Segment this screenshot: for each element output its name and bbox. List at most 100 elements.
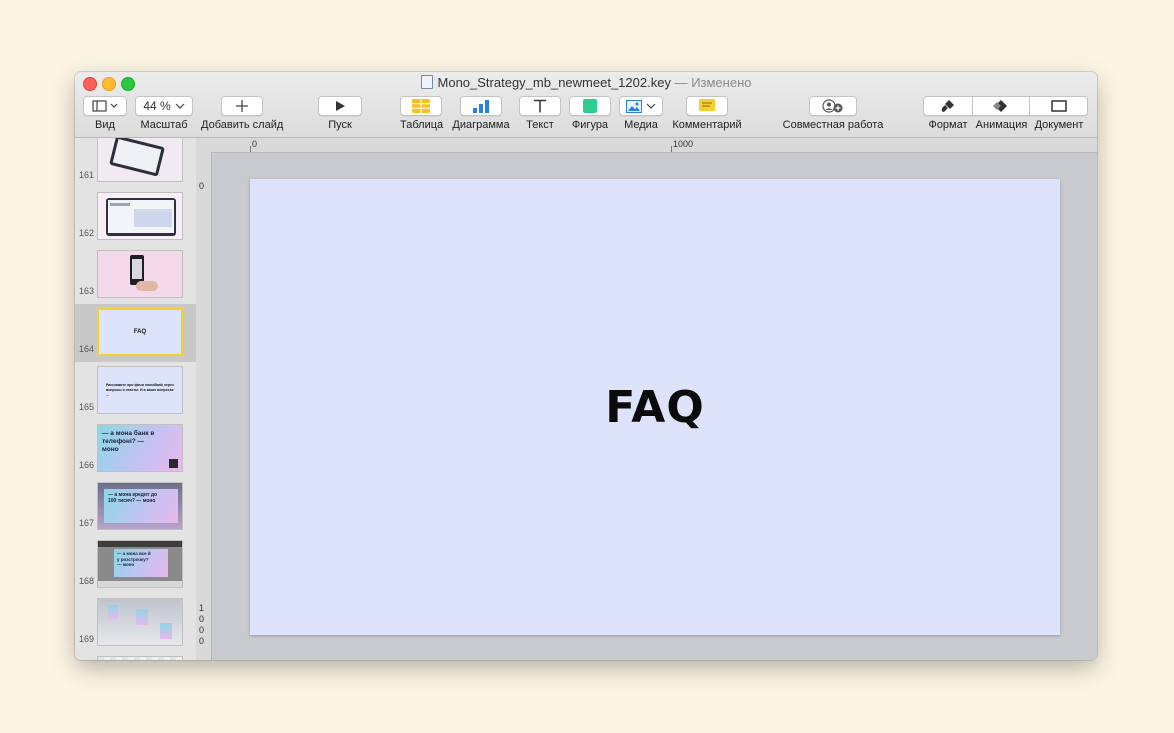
zoom-select[interactable]: 44 % bbox=[135, 96, 193, 116]
format-label: Формат bbox=[928, 119, 968, 131]
slide-title[interactable]: FAQ bbox=[605, 382, 704, 433]
add-slide-tool[interactable]: Добавить слайд bbox=[201, 96, 283, 131]
table-label: Таблица bbox=[400, 119, 444, 131]
slide-number: 165 bbox=[78, 402, 94, 412]
text-icon bbox=[534, 99, 546, 113]
chevron-down-icon bbox=[175, 103, 185, 109]
slide-number: 168 bbox=[78, 576, 94, 586]
zoom-value: 44 % bbox=[143, 99, 171, 113]
add-slide-label: Добавить слайд bbox=[201, 119, 284, 131]
ruler-digit: 0 bbox=[199, 614, 205, 624]
slide-preview: FAQ bbox=[97, 308, 183, 356]
thumbnail-text: — а мона банк в телефоні? — моно bbox=[102, 430, 155, 453]
current-slide[interactable]: FAQ bbox=[250, 179, 1060, 635]
slide-thumbnail-165[interactable]: Расскажите про фичи monoBank через вопро… bbox=[75, 362, 196, 420]
text-tool[interactable]: Текст bbox=[519, 96, 561, 131]
chart-label: Диаграмма bbox=[452, 119, 510, 131]
chart-button[interactable] bbox=[460, 96, 502, 116]
slide-preview: — а мона кредит до 100 тисяч? — моно bbox=[97, 482, 183, 530]
slide-number: 163 bbox=[78, 286, 94, 296]
collaborate-icon bbox=[822, 99, 843, 113]
paintbrush-icon bbox=[941, 100, 954, 112]
thumbnail-text: Расскажите про фичи monoBank через вопро… bbox=[106, 382, 174, 397]
ruler-mark-0: 0 bbox=[199, 181, 205, 191]
table-icon bbox=[412, 99, 430, 113]
toolbar: Mono_Strategy_mb_newmeet_1202.key — Изме… bbox=[75, 72, 1097, 138]
format-button[interactable] bbox=[923, 96, 973, 116]
zoom-label: Масштаб bbox=[140, 119, 188, 131]
slide-preview bbox=[97, 250, 183, 298]
shape-button[interactable] bbox=[569, 96, 611, 116]
chart-tool[interactable]: Диаграмма bbox=[451, 96, 511, 131]
play-button[interactable] bbox=[318, 96, 362, 116]
slide-canvas[interactable]: FAQ bbox=[212, 153, 1097, 660]
shape-tool[interactable]: Фигура bbox=[569, 96, 611, 131]
slide-preview bbox=[97, 656, 183, 660]
slide-preview bbox=[97, 598, 183, 646]
slide-number: 169 bbox=[78, 634, 94, 644]
collaborate-tool[interactable]: Совместная работа bbox=[781, 96, 885, 131]
slide-thumbnail-161[interactable]: 161 bbox=[75, 138, 196, 188]
slide-navigator[interactable]: 161 162 163 FAQ 164 Расскажите про фичи … bbox=[75, 138, 197, 660]
shape-label: Фигура bbox=[571, 119, 609, 131]
horizontal-ruler: 0 1000 bbox=[196, 138, 1097, 153]
chevron-down-icon bbox=[646, 103, 656, 109]
slide-number: 164 bbox=[78, 344, 94, 354]
slide-number: 162 bbox=[78, 228, 94, 238]
document-button[interactable] bbox=[1030, 96, 1088, 116]
edited-status: — Изменено bbox=[674, 75, 752, 90]
document-label: Документ bbox=[1034, 119, 1084, 131]
zoom-tool[interactable]: 44 % Масштаб bbox=[135, 96, 193, 131]
slide-thumbnail-168[interactable]: — а мона все й у розстрочку? — моно 168 bbox=[75, 536, 196, 594]
inspector-segmented-control bbox=[923, 96, 1088, 116]
image-icon bbox=[626, 99, 642, 113]
comment-icon bbox=[699, 99, 715, 111]
comment-button[interactable] bbox=[686, 96, 728, 116]
collaborate-button[interactable] bbox=[809, 96, 857, 116]
animate-icon bbox=[993, 100, 1007, 112]
slide-thumbnail-167[interactable]: — а мона кредит до 100 тисяч? — моно 167 bbox=[75, 478, 196, 536]
slide-thumbnail-166[interactable]: — а мона банк в телефоні? — моно 166 bbox=[75, 420, 196, 478]
filename: Mono_Strategy_mb_newmeet_1202.key bbox=[437, 75, 671, 90]
table-button[interactable] bbox=[400, 96, 442, 116]
slide-number: 166 bbox=[78, 460, 94, 470]
text-button[interactable] bbox=[519, 96, 561, 116]
slide-thumbnail-164[interactable]: FAQ 164 bbox=[75, 304, 196, 362]
slide-preview bbox=[97, 138, 183, 182]
slide-thumbnail-163[interactable]: 163 bbox=[75, 246, 196, 304]
play-label: Пуск bbox=[328, 119, 352, 131]
media-label: Медиа bbox=[624, 119, 658, 131]
play-tool[interactable]: Пуск bbox=[318, 96, 362, 131]
media-tool[interactable]: Медиа bbox=[619, 96, 663, 131]
ruler-mark-0: 0 bbox=[252, 139, 258, 149]
document-icon bbox=[1050, 100, 1067, 112]
view-tool[interactable]: Вид bbox=[83, 96, 127, 131]
slide-preview bbox=[97, 192, 183, 240]
add-slide-button[interactable] bbox=[221, 96, 263, 116]
slide-preview: — а мона банк в телефоні? — моно bbox=[97, 424, 183, 472]
view-button[interactable] bbox=[83, 96, 127, 116]
slide-preview: — а мона все й у розстрочку? — моно bbox=[97, 540, 183, 588]
keynote-document-icon bbox=[420, 75, 433, 89]
table-tool[interactable]: Таблица bbox=[400, 96, 444, 131]
comment-tool[interactable]: Комментарий bbox=[671, 96, 743, 131]
thumbnail-text: FAQ bbox=[133, 329, 147, 335]
media-button[interactable] bbox=[619, 96, 663, 116]
ruler-digit: 0 bbox=[199, 625, 205, 635]
animate-label: Анимация bbox=[975, 119, 1028, 131]
slide-thumbnail-170[interactable] bbox=[75, 652, 196, 660]
play-icon bbox=[336, 101, 345, 111]
plus-icon bbox=[236, 100, 248, 112]
slide-thumbnail-162[interactable]: 162 bbox=[75, 188, 196, 246]
window-title: Mono_Strategy_mb_newmeet_1202.key — Изме… bbox=[75, 75, 1097, 90]
slide-thumbnail-169[interactable]: 169 bbox=[75, 594, 196, 652]
collaborate-label: Совместная работа bbox=[782, 119, 884, 131]
thumbnail-text: — а мона все й у розстрочку? — моно bbox=[117, 551, 151, 567]
slide-preview: Расскажите про фичи monoBank через вопро… bbox=[97, 366, 183, 414]
animate-button[interactable] bbox=[973, 96, 1030, 116]
text-label: Текст bbox=[526, 119, 554, 131]
app-window: Mono_Strategy_mb_newmeet_1202.key — Изме… bbox=[75, 72, 1097, 660]
vertical-ruler: 0 1 0 0 0 bbox=[196, 152, 212, 660]
inspector-tabs: Формат Анимация Документ bbox=[923, 96, 1088, 131]
thumbnail-text: — а мона кредит до 100 тисяч? — моно bbox=[108, 492, 158, 504]
